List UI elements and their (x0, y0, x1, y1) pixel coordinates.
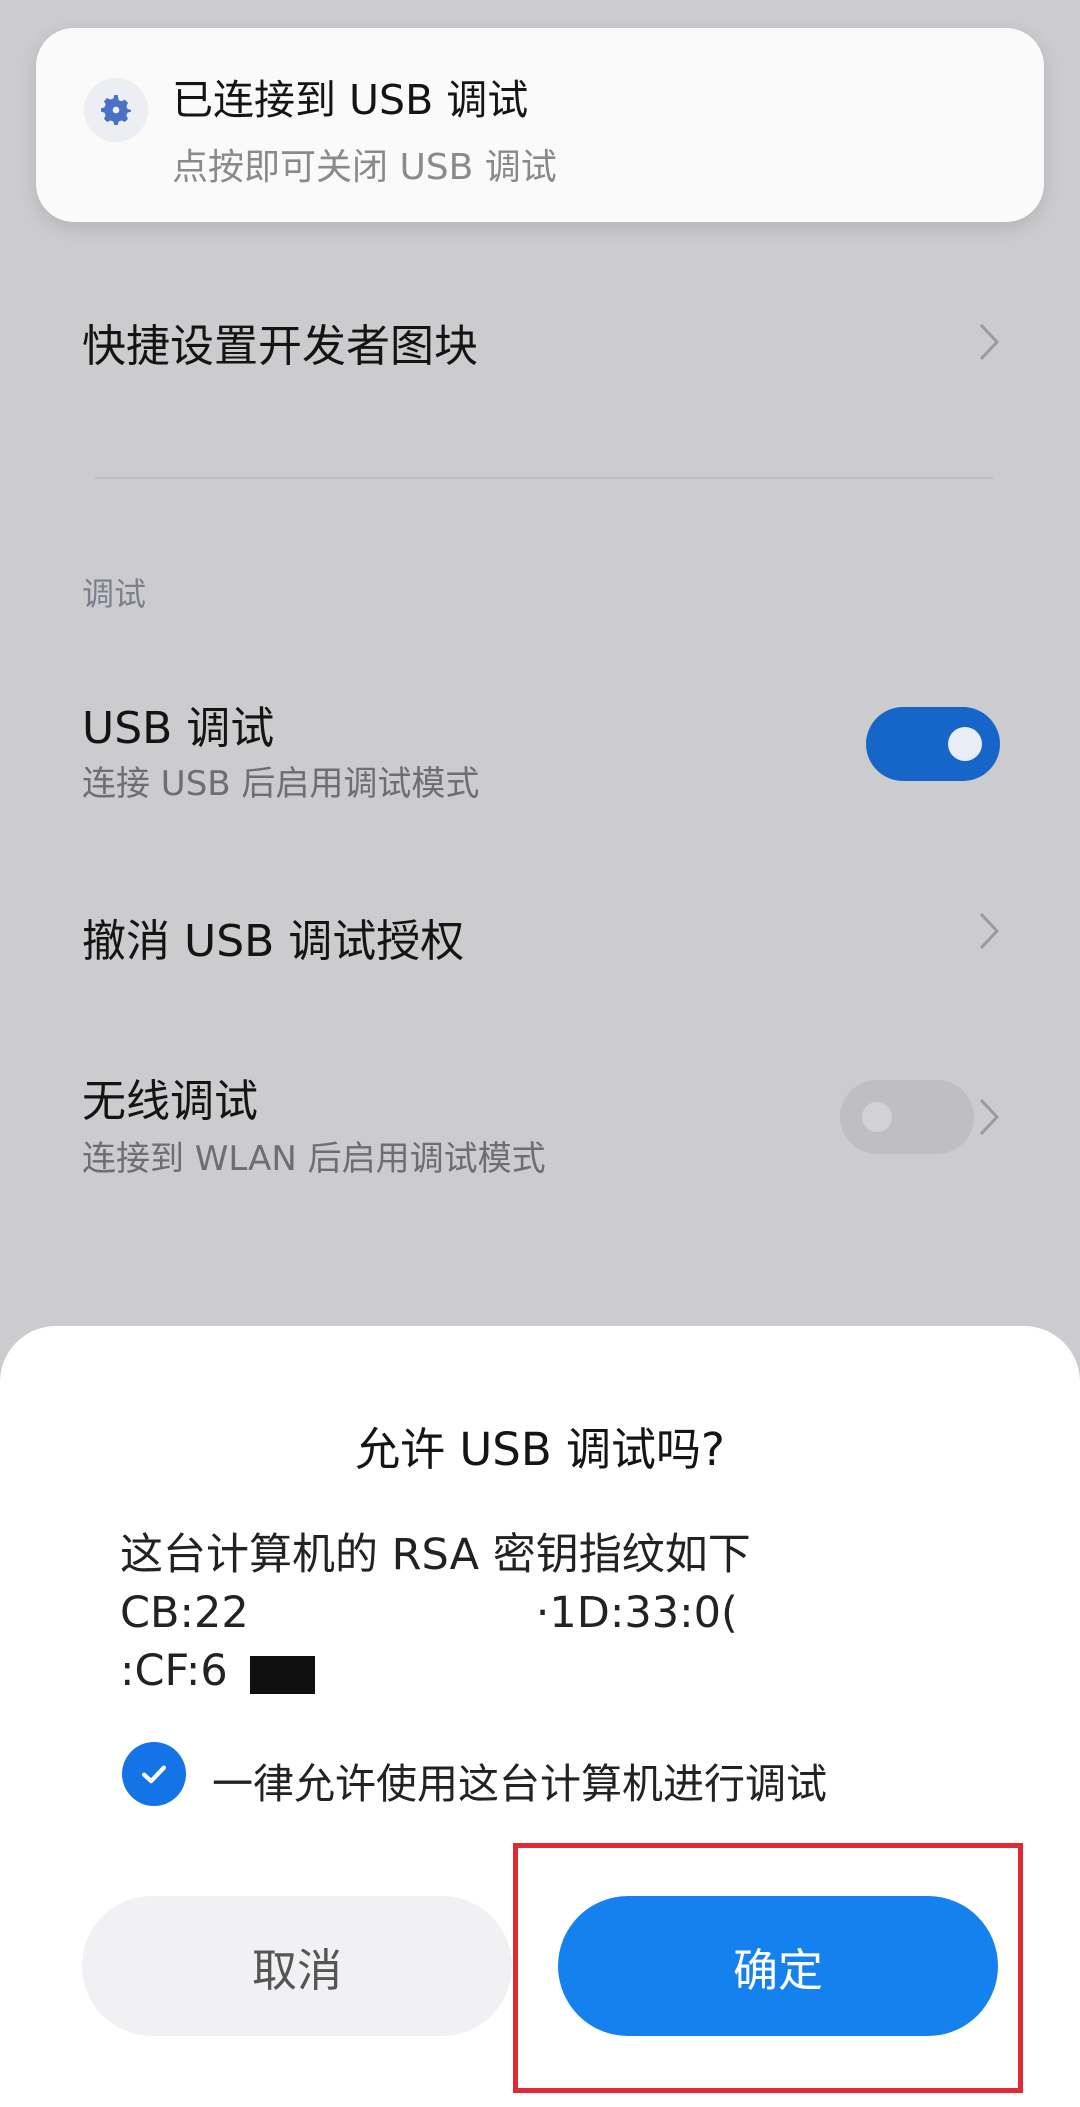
section-header-debug: 调试 (82, 575, 147, 613)
quick-settings-tiles-item[interactable]: 快捷设置开发者图块 (82, 310, 478, 374)
wireless-debug-title: 无线调试 (82, 1076, 258, 1127)
usb-debug-subtitle: 连接 USB 后启用调试模式 (82, 764, 480, 804)
notification-subtitle: 点按即可关闭 USB 调试 (172, 147, 557, 188)
fingerprint-line: CB:22 ·1D:33:0( (120, 1588, 738, 1638)
confirm-highlight-box (513, 1843, 1023, 2093)
always-allow-label[interactable]: 一律允许使用这台计算机进行调试 (212, 1750, 827, 1810)
cancel-button[interactable]: 取消 (82, 1896, 512, 2036)
revoke-usb-auth-item[interactable]: 撤消 USB 调试授权 (82, 905, 464, 969)
chevron-right-icon (979, 912, 1000, 950)
divider (95, 477, 993, 479)
dialog-title: 允许 USB 调试吗? (355, 1423, 725, 1476)
checkmark-icon (141, 1765, 167, 1784)
usb-debug-notification[interactable]: 已连接到 USB 调试 点按即可关闭 USB 调试 (36, 28, 1044, 222)
usb-debug-toggle[interactable] (866, 707, 1000, 781)
wireless-debug-subtitle: 连接到 WLAN 后启用调试模式 (82, 1139, 546, 1179)
usb-debug-title: USB 调试 (82, 703, 275, 754)
wireless-debug-toggle[interactable] (840, 1080, 974, 1154)
notification-title: 已连接到 USB 调试 (172, 76, 529, 124)
fingerprint-line: 这台计算机的 RSA 密钥指纹如下 (120, 1530, 751, 1580)
chevron-right-icon (979, 1098, 1000, 1136)
always-allow-checkbox[interactable] (122, 1742, 186, 1806)
chevron-right-icon (979, 323, 1000, 361)
gear-icon (84, 78, 148, 142)
fingerprint-line: :CF:6 (120, 1646, 228, 1696)
toggle-knob (948, 727, 982, 761)
rsa-fingerprint-text: 这台计算机的 RSA 密钥指纹如下 CB:22 ·1D:33:0( :CF:6 (120, 1526, 751, 1700)
redaction-mark (250, 1656, 315, 1694)
toggle-knob (862, 1102, 892, 1132)
